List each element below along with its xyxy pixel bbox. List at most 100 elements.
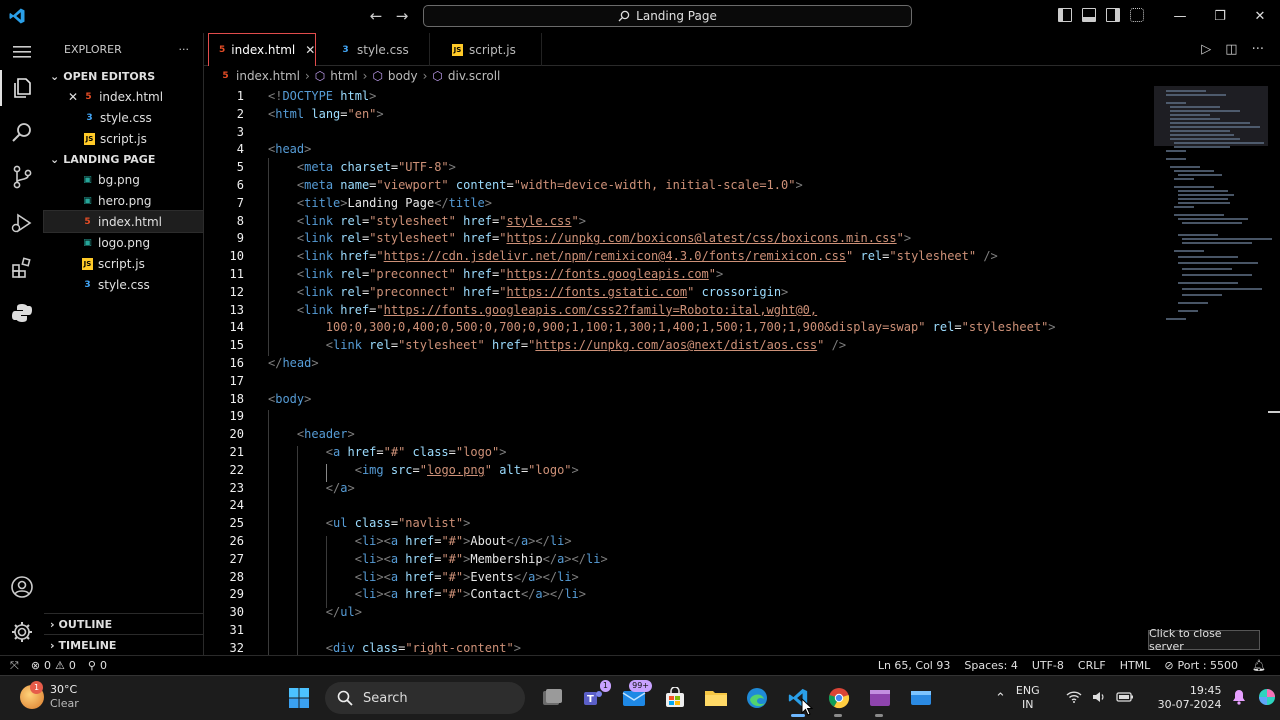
- wifi-icon[interactable]: [1066, 690, 1082, 707]
- line-endings[interactable]: CRLF: [1078, 659, 1106, 672]
- code-line[interactable]: 30 </ul>: [204, 603, 1154, 621]
- code-line[interactable]: 18 <body>: [204, 390, 1154, 408]
- battery-icon[interactable]: [1115, 691, 1134, 706]
- chevron-up-icon[interactable]: ⌃: [995, 691, 1006, 706]
- close-icon[interactable]: ✕: [68, 90, 78, 104]
- start-button[interactable]: [278, 682, 319, 714]
- timeline-section[interactable]: › TIMELINE: [44, 634, 204, 655]
- cursor-position[interactable]: Ln 65, Col 93: [878, 659, 951, 672]
- code-line[interactable]: 24: [204, 496, 1154, 514]
- code-line[interactable]: 17: [204, 372, 1154, 390]
- code-line[interactable]: 3: [204, 123, 1154, 141]
- open-editors-section[interactable]: ⌄ OPEN EDITORS: [44, 66, 203, 86]
- code-line[interactable]: 16 </head>: [204, 354, 1154, 372]
- breadcrumb-item[interactable]: html: [330, 69, 357, 83]
- remote-icon[interactable]: ⤧: [10, 659, 19, 673]
- clock[interactable]: 19:45 30-07-2024: [1158, 684, 1222, 712]
- tab-index-html[interactable]: 5 index.html ✕: [208, 33, 316, 66]
- code-line[interactable]: 27 <li><a href="#">Membership</a></li>: [204, 550, 1154, 568]
- code-line[interactable]: 5 <meta charset="UTF-8">: [204, 158, 1154, 176]
- python-icon[interactable]: [8, 299, 36, 327]
- run-icon[interactable]: ▷: [1201, 42, 1211, 57]
- file-item-script-js[interactable]: JS script.js: [44, 253, 203, 274]
- close-tab-icon[interactable]: ✕: [305, 43, 315, 57]
- toggle-secondary-sidebar-icon[interactable]: [1106, 8, 1120, 22]
- code-editor[interactable]: 1 <!DOCTYPE html> 2 <html lang="en"> 3 4 <head…: [204, 86, 1154, 655]
- code-line[interactable]: 12 <link rel="preconnect" href="https://…: [204, 283, 1154, 301]
- video-editor-icon[interactable]: [859, 682, 900, 717]
- code-line[interactable]: 31: [204, 621, 1154, 639]
- code-line[interactable]: 32 <div class="right-content">: [204, 639, 1154, 655]
- minimize-button[interactable]: —: [1160, 4, 1200, 28]
- language-mode[interactable]: HTML: [1120, 659, 1151, 672]
- breadcrumb-item[interactable]: index.html: [236, 69, 300, 83]
- extensions-icon[interactable]: [8, 254, 36, 282]
- open-editor-item-index-html[interactable]: ✕ 5 index.html: [44, 86, 203, 107]
- ports-indicator[interactable]: ⚲ 0: [88, 659, 107, 672]
- code-line[interactable]: 7 <title>Landing Page</title>: [204, 194, 1154, 212]
- code-line[interactable]: 28 <li><a href="#">Events</a></li>: [204, 568, 1154, 586]
- code-line[interactable]: 22 <img src="logo.png" alt="logo">: [204, 461, 1154, 479]
- file-item-hero-png[interactable]: ▣ hero.png: [44, 190, 203, 211]
- scrollbar-marker[interactable]: [1268, 411, 1280, 413]
- chrome-icon[interactable]: [818, 682, 859, 717]
- code-line[interactable]: 19: [204, 407, 1154, 425]
- run-debug-icon[interactable]: [8, 209, 36, 237]
- code-line[interactable]: 26 <li><a href="#">About</a></li>: [204, 532, 1154, 550]
- file-item-logo-png[interactable]: ▣ logo.png: [44, 232, 203, 253]
- file-item-bg-png[interactable]: ▣ bg.png: [44, 169, 203, 190]
- teams-icon[interactable]: T 1: [572, 680, 613, 714]
- toggle-panel-icon[interactable]: [1082, 8, 1096, 22]
- live-server-status[interactable]: ⊘ Port : 5500: [1164, 659, 1238, 672]
- code-line[interactable]: 23 </a>: [204, 479, 1154, 497]
- copilot-icon[interactable]: [1256, 687, 1278, 710]
- task-view-icon[interactable]: [531, 682, 572, 714]
- command-center-search[interactable]: Landing Page: [423, 5, 912, 27]
- file-item-style-css[interactable]: 3 style.css: [44, 274, 203, 295]
- language-indicator[interactable]: ENG IN: [1016, 684, 1040, 712]
- search-icon[interactable]: [8, 118, 36, 146]
- code-line[interactable]: 11 <link rel="preconnect" href="https://…: [204, 265, 1154, 283]
- volume-icon[interactable]: [1092, 690, 1106, 707]
- outline-section[interactable]: › OUTLINE: [44, 613, 204, 634]
- minimap[interactable]: [1154, 86, 1272, 655]
- customize-layout-icon[interactable]: [1130, 8, 1144, 22]
- code-line[interactable]: 20 <header>: [204, 425, 1154, 443]
- window-app-icon[interactable]: [900, 682, 941, 714]
- code-line[interactable]: 1 <!DOCTYPE html>: [204, 87, 1154, 105]
- store-icon[interactable]: [654, 682, 695, 714]
- tab-script-js[interactable]: JS script.js: [430, 33, 542, 66]
- close-window-button[interactable]: ✕: [1240, 4, 1280, 28]
- code-line[interactable]: 25 <ul class="navlist">: [204, 514, 1154, 532]
- open-editor-item-script-js[interactable]: JS script.js: [44, 128, 203, 149]
- file-item-index-html[interactable]: 5 index.html: [43, 210, 204, 233]
- tab-style-css[interactable]: 3 style.css: [320, 33, 430, 66]
- mail-icon[interactable]: 99+: [613, 680, 654, 714]
- notification-bell-icon[interactable]: [1232, 689, 1246, 708]
- code-line[interactable]: 14 100;0,300;0,400;0,500;0,700;0,900;1,1…: [204, 318, 1154, 336]
- code-line[interactable]: 15 <link rel="stylesheet" href="https://…: [204, 336, 1154, 354]
- code-line[interactable]: 8 <link rel="stylesheet" href="style.css…: [204, 212, 1154, 230]
- more-actions-icon[interactable]: ···: [1252, 42, 1264, 57]
- menu-icon[interactable]: [8, 38, 36, 66]
- file-explorer-icon[interactable]: [695, 682, 736, 714]
- account-icon[interactable]: [8, 573, 36, 601]
- code-line[interactable]: 4 <head>: [204, 140, 1154, 158]
- problems-indicator[interactable]: ⊗ 0 ⚠ 0: [31, 659, 76, 672]
- explorer-icon[interactable]: [0, 70, 36, 106]
- split-editor-icon[interactable]: ◫: [1225, 42, 1237, 57]
- back-arrow-icon[interactable]: ←: [368, 7, 384, 25]
- code-line[interactable]: 2 <html lang="en">: [204, 105, 1154, 123]
- code-line[interactable]: 6 <meta name="viewport" content="width=d…: [204, 176, 1154, 194]
- breadcrumb-item[interactable]: div.scroll: [448, 69, 500, 83]
- restore-button[interactable]: ❐: [1200, 4, 1240, 28]
- code-line[interactable]: 29 <li><a href="#">Contact</a></li>: [204, 585, 1154, 603]
- more-actions-icon[interactable]: ···: [179, 43, 190, 56]
- settings-gear-icon[interactable]: [8, 618, 36, 646]
- taskbar-search[interactable]: Search: [325, 682, 525, 714]
- toggle-sidebar-icon[interactable]: [1058, 8, 1072, 22]
- code-line[interactable]: 21 <a href="#" class="logo">: [204, 443, 1154, 461]
- edge-browser-icon[interactable]: [736, 682, 777, 714]
- source-control-icon[interactable]: [8, 163, 36, 191]
- landing-page-folder[interactable]: ⌄ LANDING PAGE: [44, 149, 203, 169]
